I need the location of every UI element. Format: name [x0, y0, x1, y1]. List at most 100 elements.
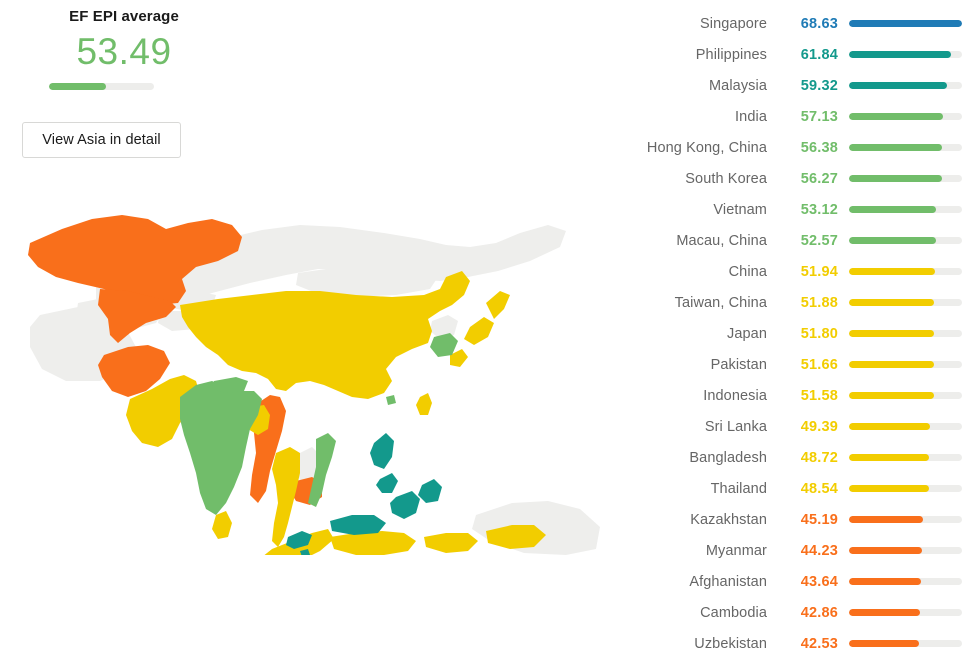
country-score-value: 51.94	[800, 263, 838, 280]
score-bar-fill	[849, 640, 920, 647]
score-bar-track	[849, 485, 962, 492]
score-bar-track	[849, 547, 962, 554]
score-bar-fill	[849, 454, 930, 461]
country-score-value: 59.32	[800, 77, 838, 94]
country-label: Pakistan	[710, 356, 767, 373]
score-bar-track	[849, 299, 962, 306]
ranking-row[interactable]: Japan 51.80	[624, 318, 980, 349]
country-label: India	[735, 108, 767, 125]
country-score-value: 51.66	[800, 356, 838, 373]
score-bar-fill	[849, 144, 942, 151]
country-label: Taiwan, China	[674, 294, 767, 311]
country-label: Uzbekistan	[694, 635, 767, 652]
country-score-value: 42.86	[800, 604, 838, 621]
score-bar-track	[849, 361, 962, 368]
country-label: Indonesia	[703, 387, 767, 404]
ranking-row[interactable]: Sri Lanka 49.39	[624, 411, 980, 442]
country-score-value: 48.72	[800, 449, 838, 466]
ranking-row[interactable]: Cambodia 42.86	[624, 597, 980, 628]
country-score-value: 51.80	[800, 325, 838, 342]
ranking-row[interactable]: Thailand 48.54	[624, 473, 980, 504]
country-score-value: 57.13	[800, 108, 838, 125]
country-score-value: 51.58	[800, 387, 838, 404]
score-bar-fill	[849, 330, 935, 337]
country-score-value: 52.57	[800, 232, 838, 249]
country-label: Singapore	[699, 15, 767, 32]
country-score-value: 61.84	[800, 46, 838, 63]
score-bar-track	[849, 392, 962, 399]
epi-average-value: 53.49	[76, 31, 172, 72]
ranking-row[interactable]: South Korea 56.27	[624, 163, 980, 194]
nepal-region[interactable]	[212, 377, 248, 393]
country-score-value: 56.27	[800, 170, 838, 187]
score-bar-fill	[849, 268, 935, 275]
country-label: Philippines	[695, 46, 767, 63]
ranking-row[interactable]: Taiwan, China 51.88	[624, 287, 980, 318]
score-bar-fill	[849, 206, 937, 213]
country-label: China	[728, 263, 767, 280]
score-bar-track	[849, 609, 962, 616]
ranking-row[interactable]: Pakistan 51.66	[624, 349, 980, 380]
country-label: South Korea	[685, 170, 767, 187]
ranking-row[interactable]: Malaysia 59.32	[624, 70, 980, 101]
ranking-row[interactable]: Kazakhstan 45.19	[624, 504, 980, 535]
country-score-value: 44.23	[800, 542, 838, 559]
country-label: Bangladesh	[689, 449, 767, 466]
country-label: Thailand	[710, 480, 767, 497]
ranking-row[interactable]: Afghanistan 43.64	[624, 566, 980, 597]
country-label: Sri Lanka	[704, 418, 767, 435]
country-ranking-list: Singapore 68.63 Philippines 61.84 Malaysia 59…	[624, 0, 980, 670]
score-bar-fill	[849, 237, 936, 244]
score-bar-track	[849, 51, 962, 58]
asia-map-svg	[28, 215, 600, 555]
epi-average-bar-fill	[49, 83, 106, 90]
score-bar-fill	[849, 516, 924, 523]
score-bar-track	[849, 237, 962, 244]
ranking-row[interactable]: Macau, China 52.57	[624, 225, 980, 256]
ranking-row[interactable]: Bangladesh 48.72	[624, 442, 980, 473]
sri-lanka-region[interactable]	[212, 511, 232, 539]
asia-overview-panel: EF EPI average 53.49 View Asia in detail	[0, 0, 620, 670]
ranking-row[interactable]: Philippines 61.84	[624, 39, 980, 70]
ranking-row[interactable]: Indonesia 51.58	[624, 380, 980, 411]
score-bar-track	[849, 640, 962, 647]
ranking-row[interactable]: Uzbekistan 42.53	[624, 628, 980, 659]
score-bar-fill	[849, 609, 920, 616]
score-bar-fill	[849, 175, 942, 182]
country-score-value: 42.53	[800, 635, 838, 652]
ranking-row[interactable]: Hong Kong, China 56.38	[624, 132, 980, 163]
philippines-region[interactable]	[370, 433, 442, 519]
ranking-row[interactable]: Myanmar 44.23	[624, 535, 980, 566]
country-label: Malaysia	[708, 77, 767, 94]
score-bar-fill	[849, 113, 944, 120]
score-bar-fill	[849, 361, 935, 368]
hong-kong-region[interactable]	[386, 395, 396, 405]
asia-choropleth-map[interactable]	[0, 185, 620, 555]
ranking-row[interactable]: Singapore 68.63	[624, 8, 980, 39]
epi-average-bar-track	[49, 83, 154, 90]
ranking-row[interactable]: India 57.13	[624, 101, 980, 132]
japan-region[interactable]	[450, 291, 510, 367]
score-bar-fill	[849, 51, 951, 58]
score-bar-track	[849, 175, 962, 182]
country-label: Hong Kong, China	[646, 139, 767, 156]
india-region[interactable]	[180, 381, 262, 515]
ranking-row[interactable]: Vietnam 53.12	[624, 194, 980, 225]
score-bar-fill	[849, 547, 922, 554]
country-score-value: 51.88	[800, 294, 838, 311]
score-bar-track	[849, 330, 962, 337]
ranking-row[interactable]: China 51.94	[624, 256, 980, 287]
score-bar-fill	[849, 485, 929, 492]
page-title: EF EPI average	[69, 8, 179, 25]
view-asia-in-detail-button[interactable]: View Asia in detail	[22, 122, 181, 158]
score-bar-fill	[849, 392, 934, 399]
score-bar-track	[849, 268, 962, 275]
score-bar-fill	[849, 423, 931, 430]
taiwan-region[interactable]	[416, 393, 432, 415]
score-bar-track	[849, 516, 962, 523]
country-label: Vietnam	[713, 201, 767, 218]
score-bar-track	[849, 82, 962, 89]
country-label: Macau, China	[676, 232, 767, 249]
country-score-value: 68.63	[800, 15, 838, 32]
country-label: Myanmar	[705, 542, 767, 559]
